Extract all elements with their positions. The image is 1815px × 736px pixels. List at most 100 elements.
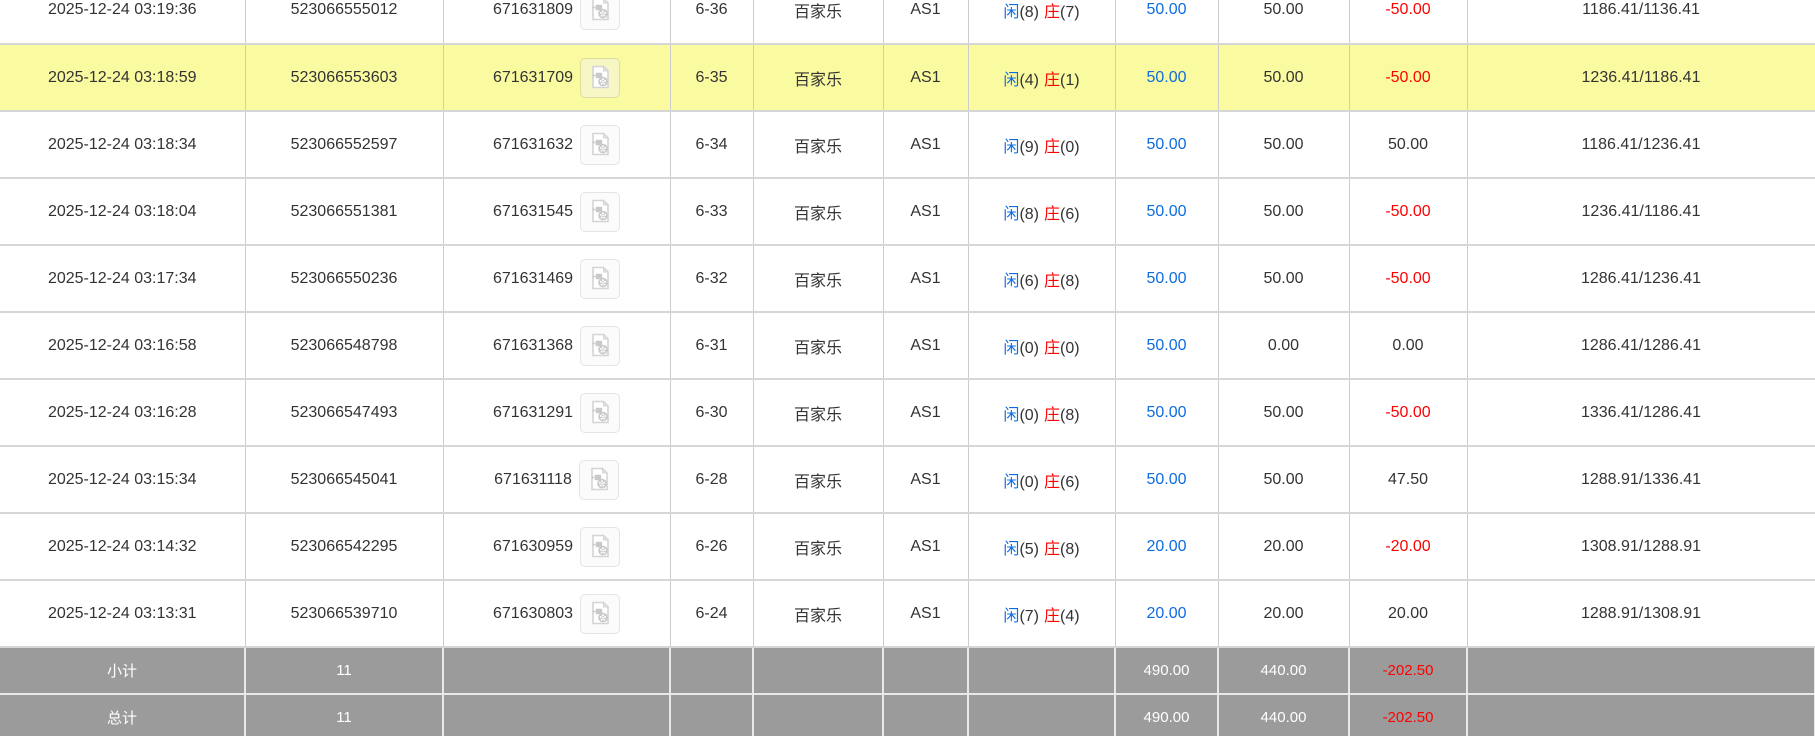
bet-amount-link[interactable]: 50.00 — [1146, 471, 1186, 488]
player-count: (0) — [1019, 407, 1039, 424]
summary-empty-cell — [1467, 694, 1815, 736]
video-file-icon — [587, 399, 613, 425]
cell-win-loss: -50.00 — [1349, 379, 1467, 446]
banker-count: (8) — [1060, 541, 1080, 558]
video-file-icon — [587, 533, 613, 559]
cell-game-type: 百家乐 — [753, 513, 883, 580]
cell-balance: 1308.91/1288.91 — [1467, 513, 1815, 580]
bet-amount-link[interactable]: 50.00 — [1146, 404, 1186, 421]
cell-bet-id: 523066553603 — [245, 44, 443, 111]
cell-bet-time: 2025-12-24 03:18:59 — [0, 44, 245, 111]
cell-valid-amount: 0.00 — [1218, 312, 1349, 379]
video-replay-button[interactable] — [580, 0, 620, 30]
player-count: (8) — [1019, 206, 1039, 223]
game-id-text: 671631545 — [493, 203, 573, 221]
cell-win-loss: -20.00 — [1349, 513, 1467, 580]
banker-label: 庄 — [1044, 608, 1060, 625]
cell-win-loss: -50.00 — [1349, 0, 1467, 44]
video-file-icon — [587, 198, 613, 224]
video-replay-button[interactable] — [580, 326, 620, 366]
record-row: 2025-12-24 03:19:36 523066555012 6716318… — [0, 0, 1815, 44]
cell-bet-id: 523066552597 — [245, 111, 443, 178]
banker-label: 庄 — [1044, 4, 1060, 21]
summary-row: 小计 11 490.00 440.00 -202.50 — [0, 647, 1815, 694]
cell-bet-time: 2025-12-24 03:16:28 — [0, 379, 245, 446]
video-replay-button[interactable] — [580, 192, 620, 232]
cell-round: 6-33 — [670, 178, 753, 245]
cell-table-id: AS1 — [883, 178, 968, 245]
bet-amount-link[interactable]: 50.00 — [1146, 337, 1186, 354]
summary-empty-cell — [1467, 647, 1815, 694]
video-replay-button[interactable] — [580, 393, 620, 433]
cell-bet-amount: 20.00 — [1115, 580, 1218, 647]
cell-result: 闲(8)庄(6) — [968, 178, 1115, 245]
cell-balance: 1236.41/1186.41 — [1467, 178, 1815, 245]
cell-round: 6-36 — [670, 0, 753, 44]
video-replay-button[interactable] — [580, 259, 620, 299]
player-count: (0) — [1019, 474, 1039, 491]
bet-amount-link[interactable]: 20.00 — [1146, 605, 1186, 622]
cell-bet-time: 2025-12-24 03:18:34 — [0, 111, 245, 178]
cell-bet-id: 523066539710 — [245, 580, 443, 647]
video-replay-button[interactable] — [580, 527, 620, 567]
player-label: 闲 — [1003, 139, 1019, 156]
bet-amount-link[interactable]: 20.00 — [1146, 538, 1186, 555]
video-file-icon — [587, 265, 613, 291]
video-file-icon — [587, 0, 613, 22]
bet-amount-link[interactable]: 50.00 — [1146, 203, 1186, 220]
player-count: (8) — [1019, 4, 1039, 21]
summary-valid-total: 440.00 — [1218, 694, 1349, 736]
player-label: 闲 — [1003, 474, 1019, 491]
cell-result: 闲(0)庄(8) — [968, 379, 1115, 446]
cell-bet-time: 2025-12-24 03:18:04 — [0, 178, 245, 245]
player-count: (9) — [1019, 139, 1039, 156]
cell-round: 6-24 — [670, 580, 753, 647]
game-id-text: 671631709 — [493, 69, 573, 87]
video-replay-button[interactable] — [580, 125, 620, 165]
banker-count: (4) — [1060, 608, 1080, 625]
cell-bet-amount: 50.00 — [1115, 446, 1218, 513]
cell-bet-id: 523066551381 — [245, 178, 443, 245]
player-label: 闲 — [1003, 72, 1019, 89]
cell-bet-amount: 50.00 — [1115, 379, 1218, 446]
cell-game-type: 百家乐 — [753, 245, 883, 312]
game-id-text: 671631291 — [493, 404, 573, 422]
cell-win-loss: 20.00 — [1349, 580, 1467, 647]
cell-valid-amount: 50.00 — [1218, 245, 1349, 312]
bet-amount-link[interactable]: 50.00 — [1146, 136, 1186, 153]
summary-empty-cell — [443, 647, 670, 694]
cell-win-loss: 0.00 — [1349, 312, 1467, 379]
records-viewport: 2025-12-24 03:19:36 523066555012 6716318… — [0, 0, 1815, 736]
cell-bet-id: 523066547493 — [245, 379, 443, 446]
bet-amount-link[interactable]: 50.00 — [1146, 270, 1186, 287]
banker-count: (6) — [1060, 474, 1080, 491]
video-replay-button[interactable] — [579, 460, 619, 500]
cell-result: 闲(0)庄(6) — [968, 446, 1115, 513]
game-id-text: 671631368 — [493, 337, 573, 355]
cell-table-id: AS1 — [883, 446, 968, 513]
game-id-text: 671631118 — [494, 471, 572, 489]
cell-round: 6-34 — [670, 111, 753, 178]
cell-round: 6-35 — [670, 44, 753, 111]
cell-bet-amount: 20.00 — [1115, 513, 1218, 580]
banker-label: 庄 — [1044, 407, 1060, 424]
video-replay-button[interactable] — [580, 58, 620, 98]
cell-table-id: AS1 — [883, 379, 968, 446]
video-replay-button[interactable] — [580, 594, 620, 634]
cell-win-loss: 50.00 — [1349, 111, 1467, 178]
bet-amount-link[interactable]: 50.00 — [1146, 69, 1186, 86]
video-file-icon — [587, 332, 613, 358]
banker-label: 庄 — [1044, 541, 1060, 558]
game-id-text: 671631632 — [493, 136, 573, 154]
record-row: 2025-12-24 03:17:34 523066550236 6716314… — [0, 245, 1815, 312]
cell-game-id: 671631469 — [443, 245, 670, 312]
cell-balance: 1288.91/1308.91 — [1467, 580, 1815, 647]
summary-valid-total: 440.00 — [1218, 647, 1349, 694]
cell-table-id: AS1 — [883, 513, 968, 580]
player-label: 闲 — [1003, 340, 1019, 357]
game-id-text: 671630959 — [493, 538, 573, 556]
summary-bet-total: 490.00 — [1115, 694, 1218, 736]
summary-winloss-total: -202.50 — [1349, 647, 1467, 694]
bet-amount-link[interactable]: 50.00 — [1146, 1, 1186, 18]
cell-game-type: 百家乐 — [753, 44, 883, 111]
